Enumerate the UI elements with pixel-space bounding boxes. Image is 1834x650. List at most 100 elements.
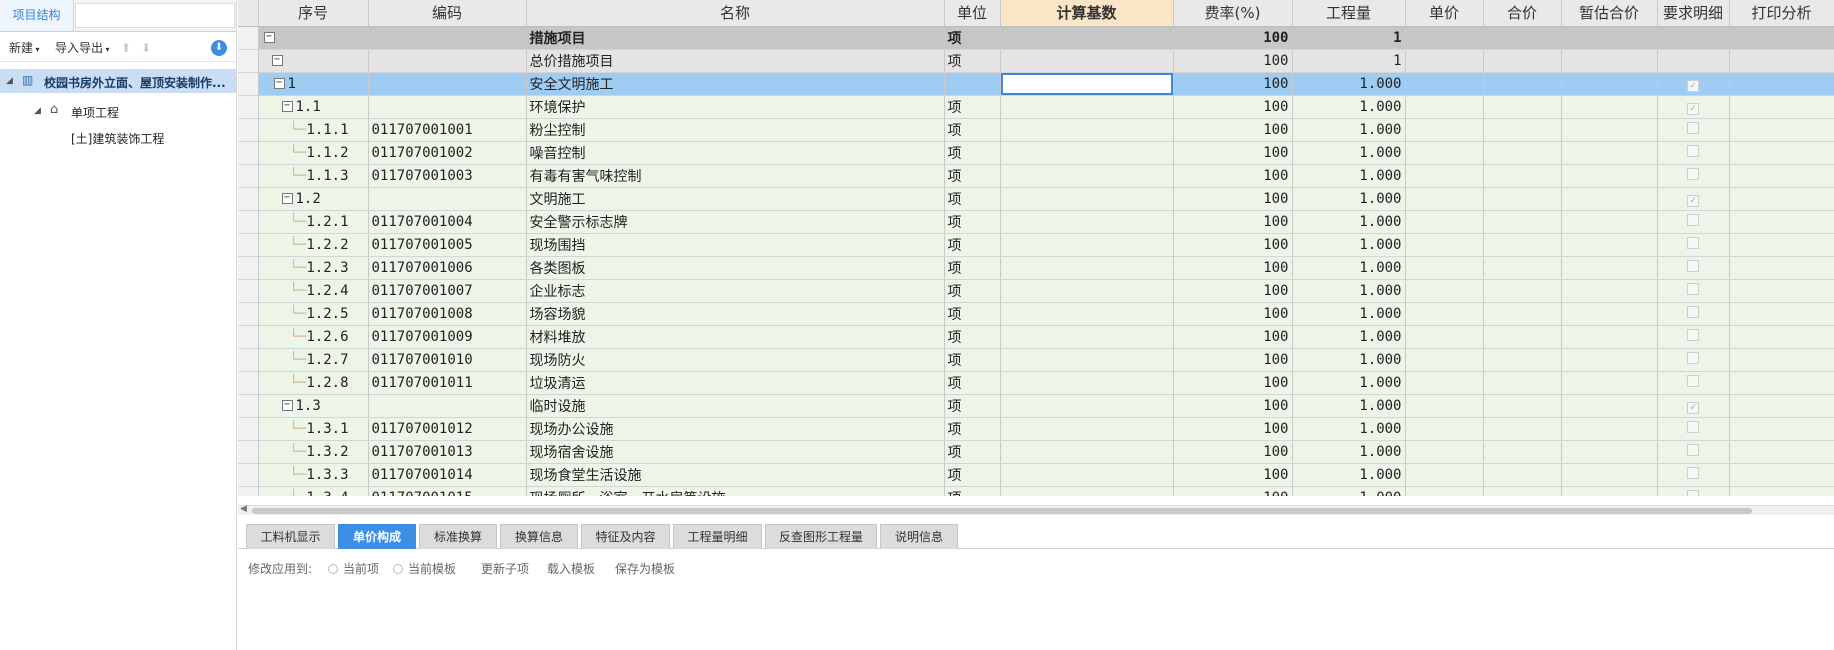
column-header[interactable]: 名称: [526, 0, 945, 27]
name-cell[interactable]: 现场防火: [526, 348, 945, 372]
code-cell[interactable]: 011707001006: [368, 256, 527, 280]
require-detail-cell[interactable]: [1657, 325, 1730, 349]
require-detail-cell[interactable]: [1657, 210, 1730, 234]
quantity-cell[interactable]: 1.000: [1292, 348, 1406, 372]
quantity-cell[interactable]: 1.000: [1292, 279, 1406, 303]
print-analysis-cell[interactable]: [1729, 440, 1834, 464]
total-price-cell[interactable]: [1483, 26, 1562, 50]
code-cell[interactable]: 011707001012: [368, 417, 527, 441]
code-cell[interactable]: 011707001014: [368, 463, 527, 487]
print-analysis-cell[interactable]: [1729, 187, 1834, 211]
code-cell[interactable]: 011707001001: [368, 118, 527, 142]
estimated-total-cell[interactable]: [1561, 302, 1658, 326]
tab-unit-price-composition[interactable]: 单价构成: [338, 524, 416, 549]
estimated-total-cell[interactable]: [1561, 233, 1658, 257]
unit-cell[interactable]: 项: [944, 394, 1001, 418]
unit-price-cell[interactable]: [1405, 302, 1484, 326]
calc-base-cell[interactable]: [1000, 325, 1174, 349]
move-up-icon[interactable]: ⬆: [121, 41, 133, 55]
checkbox-icon[interactable]: [1687, 213, 1699, 226]
row-header-cell[interactable]: [238, 486, 259, 496]
print-analysis-cell[interactable]: [1729, 256, 1834, 280]
code-cell[interactable]: 011707001007: [368, 279, 527, 303]
calc-base-cell[interactable]: [1000, 256, 1174, 280]
estimated-total-cell[interactable]: [1561, 463, 1658, 487]
table-row[interactable]: └─1.3.2 011707001013 现场宿舍设施项 100 1.000: [238, 440, 1834, 464]
code-cell[interactable]: 011707001002: [368, 141, 527, 165]
unit-cell[interactable]: 项: [944, 348, 1001, 372]
horizontal-scrollbar[interactable]: ◀: [238, 504, 1834, 515]
row-header-cell[interactable]: [238, 26, 259, 50]
checkbox-checked-icon[interactable]: ✓: [1687, 102, 1699, 115]
unit-cell[interactable]: 项: [944, 417, 1001, 441]
code-cell[interactable]: 011707001015: [368, 486, 527, 496]
code-cell[interactable]: [368, 95, 527, 119]
unit-price-cell[interactable]: [1405, 440, 1484, 464]
tree-child-item[interactable]: ◢ ⌂ 单项工程: [0, 100, 236, 122]
row-header-cell[interactable]: [238, 187, 259, 211]
table-row[interactable]: └─1.3.1 011707001012 现场办公设施项 100 1.000: [238, 417, 1834, 441]
calc-base-cell[interactable]: [1000, 463, 1174, 487]
total-price-cell[interactable]: [1483, 394, 1562, 418]
checkbox-icon[interactable]: [1687, 420, 1699, 433]
name-cell[interactable]: 总价措施项目: [526, 49, 945, 73]
unit-cell[interactable]: 项: [944, 49, 1001, 73]
row-header-cell[interactable]: [238, 141, 259, 165]
seq-cell[interactable]: └─1.1.1: [258, 118, 369, 142]
collapse-toggle-icon[interactable]: −: [281, 101, 293, 112]
seq-cell[interactable]: −1.3: [258, 394, 369, 418]
current-template-radio[interactable]: 当前模板: [393, 560, 456, 577]
require-detail-cell[interactable]: [1657, 348, 1730, 372]
row-header-cell[interactable]: [238, 95, 259, 119]
total-price-cell[interactable]: [1483, 440, 1562, 464]
print-analysis-cell[interactable]: [1729, 210, 1834, 234]
column-header[interactable]: 单价: [1405, 0, 1484, 27]
require-detail-cell[interactable]: [1657, 26, 1730, 50]
tab-quantity-detail[interactable]: 工程量明细: [673, 524, 762, 549]
estimated-total-cell[interactable]: [1561, 394, 1658, 418]
calc-base-cell[interactable]: [1000, 486, 1174, 496]
quantity-cell[interactable]: 1.000: [1292, 187, 1406, 211]
unit-price-cell[interactable]: [1405, 348, 1484, 372]
print-analysis-cell[interactable]: [1729, 394, 1834, 418]
row-header-cell[interactable]: [238, 417, 259, 441]
quantity-cell[interactable]: 1.000: [1292, 486, 1406, 496]
total-price-cell[interactable]: [1483, 72, 1562, 96]
unit-cell[interactable]: 项: [944, 463, 1001, 487]
rate-cell[interactable]: 100: [1173, 164, 1293, 188]
code-cell[interactable]: 011707001004: [368, 210, 527, 234]
total-price-cell[interactable]: [1483, 49, 1562, 73]
checkbox-checked-icon[interactable]: ✓: [1687, 401, 1699, 414]
tab-labor-material[interactable]: 工料机显示: [246, 524, 335, 549]
column-header[interactable]: 单位: [944, 0, 1001, 27]
print-analysis-cell[interactable]: [1729, 141, 1834, 165]
unit-cell[interactable]: 项: [944, 302, 1001, 326]
total-price-cell[interactable]: [1483, 417, 1562, 441]
expand-triangle-icon[interactable]: ◢: [6, 76, 13, 86]
seq-cell[interactable]: └─1.3.4: [258, 486, 369, 496]
require-detail-cell[interactable]: [1657, 118, 1730, 142]
column-header-highlighted[interactable]: 计算基数: [1000, 0, 1174, 27]
table-row[interactable]: └─1.2.6 011707001009 材料堆放项 100 1.000: [238, 325, 1834, 349]
checkbox-icon[interactable]: [1687, 259, 1699, 272]
name-cell[interactable]: 临时设施: [526, 394, 945, 418]
seq-cell[interactable]: └─1.3.3: [258, 463, 369, 487]
unit-price-cell[interactable]: [1405, 417, 1484, 441]
total-price-cell[interactable]: [1483, 325, 1562, 349]
tab-conversion-info[interactable]: 换算信息: [500, 524, 578, 549]
total-price-cell[interactable]: [1483, 486, 1562, 496]
calc-base-cell[interactable]: [1000, 279, 1174, 303]
calc-base-cell[interactable]: [1000, 164, 1174, 188]
require-detail-cell[interactable]: ✓: [1657, 187, 1730, 211]
estimated-total-cell[interactable]: [1561, 210, 1658, 234]
unit-price-cell[interactable]: [1405, 210, 1484, 234]
unit-price-cell[interactable]: [1405, 72, 1484, 96]
unit-price-cell[interactable]: [1405, 233, 1484, 257]
unit-price-cell[interactable]: [1405, 325, 1484, 349]
require-detail-cell[interactable]: [1657, 233, 1730, 257]
code-cell[interactable]: 011707001009: [368, 325, 527, 349]
name-cell[interactable]: 有毒有害气味控制: [526, 164, 945, 188]
unit-cell[interactable]: 项: [944, 256, 1001, 280]
name-cell[interactable]: 场容场貌: [526, 302, 945, 326]
row-header-cell[interactable]: [238, 256, 259, 280]
